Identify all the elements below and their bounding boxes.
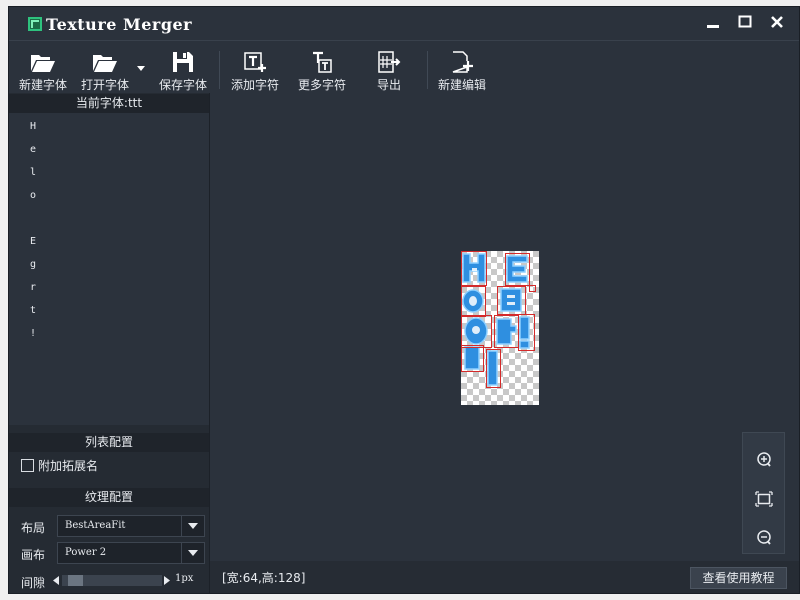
append-ext-label: 附加拓展名 <box>38 459 99 473</box>
texture-preview <box>461 251 539 405</box>
glyph-sprite <box>506 255 528 283</box>
more-chars-label: 更多字符 <box>297 78 346 92</box>
glyph-item[interactable]: E <box>30 236 36 247</box>
canvas-label: 画布 <box>21 548 46 562</box>
glyph-item[interactable]: ! <box>30 328 36 339</box>
glyph-sprite <box>464 346 480 370</box>
chevron-down-icon[interactable] <box>181 543 204 563</box>
layout-value: BestAreaFit <box>65 520 126 531</box>
checkbox-box[interactable] <box>21 459 34 472</box>
zoom-out-icon[interactable] <box>754 528 774 548</box>
glyph-list[interactable]: H e l o E g r t ! <box>9 113 209 425</box>
view-tutorial-button[interactable]: 查看使用教程 <box>690 567 787 589</box>
glyph-item[interactable]: o <box>30 190 36 201</box>
new-edit-icon <box>452 51 473 73</box>
title-bar: Texture Merger <box>9 7 799 40</box>
new-font-label: 新建字体 <box>18 78 67 92</box>
maximize-icon <box>738 15 752 28</box>
add-char-label: 添加字符 <box>230 78 279 92</box>
glyph-item[interactable]: r <box>30 282 36 293</box>
open-font-label: 打开字体 <box>80 78 129 92</box>
glyph-item[interactable]: t <box>30 305 36 316</box>
fit-icon[interactable] <box>754 489 774 509</box>
glyph-item[interactable]: g <box>30 259 36 270</box>
minimize-button[interactable] <box>697 7 729 37</box>
texture-config-header: 纹理配置 <box>9 488 209 507</box>
app-logo-icon <box>28 17 42 31</box>
export-label: 导出 <box>376 78 401 92</box>
toolbar-separator <box>219 51 220 89</box>
gap-slider[interactable] <box>62 575 162 586</box>
left-panel: 当前字体:ttt H e l o E g r t ! 列表配置 附加拓展名 纹理… <box>9 93 210 593</box>
app-window: Texture Merger 新建字体 打开字体 保存字体 添加字符 更多字符 … <box>8 6 800 594</box>
slider-thumb[interactable] <box>68 575 83 586</box>
glyph-item[interactable]: l <box>30 167 36 178</box>
minimize-icon <box>707 25 719 28</box>
save-font-label: 保存字体 <box>158 78 207 92</box>
glyph-item[interactable]: H <box>30 121 36 132</box>
export-icon <box>378 51 401 73</box>
zoom-controls <box>742 432 785 554</box>
open-font-button[interactable]: 打开字体 <box>79 47 131 95</box>
new-font-button[interactable]: 新建字体 <box>17 47 69 95</box>
gap-label: 间隙 <box>21 576 46 590</box>
save-font-button[interactable]: 保存字体 <box>157 47 209 95</box>
layout-label: 布局 <box>21 521 46 535</box>
export-button[interactable]: 导出 <box>363 47 415 95</box>
open-font-dropdown-icon[interactable] <box>137 66 145 72</box>
chevron-down-icon[interactable] <box>181 516 204 536</box>
zoom-in-icon[interactable] <box>754 450 774 470</box>
titlebar-divider <box>9 40 799 41</box>
app-title: Texture Merger <box>46 15 193 34</box>
maximize-button[interactable] <box>729 7 761 37</box>
glyph-sprite <box>519 316 530 349</box>
slider-right-arrow-icon[interactable] <box>164 576 170 585</box>
toolbar-separator <box>427 51 428 89</box>
canvas-area[interactable] <box>210 93 799 561</box>
add-char-button[interactable]: 添加字符 <box>229 47 281 95</box>
slider-left-arrow-icon[interactable] <box>53 576 59 585</box>
glyph-sprite <box>500 288 522 312</box>
new-edit-button[interactable]: 新建编辑 <box>435 47 489 95</box>
status-bar: [宽:64,高:128] 查看使用教程 <box>210 561 799 593</box>
more-text-icon <box>313 51 332 73</box>
gap-value: 1px <box>175 573 194 584</box>
add-text-icon <box>244 52 266 72</box>
texture-size-text: [宽:64,高:128] <box>222 571 306 585</box>
new-edit-label: 新建编辑 <box>437 78 486 92</box>
close-icon <box>771 16 783 28</box>
glyph-sprite <box>487 350 498 386</box>
save-icon <box>173 52 193 72</box>
folder-new-icon <box>31 55 55 72</box>
current-font-header: 当前字体:ttt <box>9 94 209 113</box>
list-config-header: 列表配置 <box>9 433 209 452</box>
folder-open-icon <box>93 55 117 72</box>
close-button[interactable] <box>761 7 793 37</box>
glyph-item[interactable]: e <box>30 144 36 155</box>
more-chars-button[interactable]: 更多字符 <box>296 47 348 95</box>
canvas-select[interactable]: Power 2 <box>57 542 205 564</box>
append-ext-checkbox[interactable]: 附加拓展名 <box>21 457 201 475</box>
layout-select[interactable]: BestAreaFit <box>57 515 205 537</box>
canvas-value: Power 2 <box>65 547 107 558</box>
